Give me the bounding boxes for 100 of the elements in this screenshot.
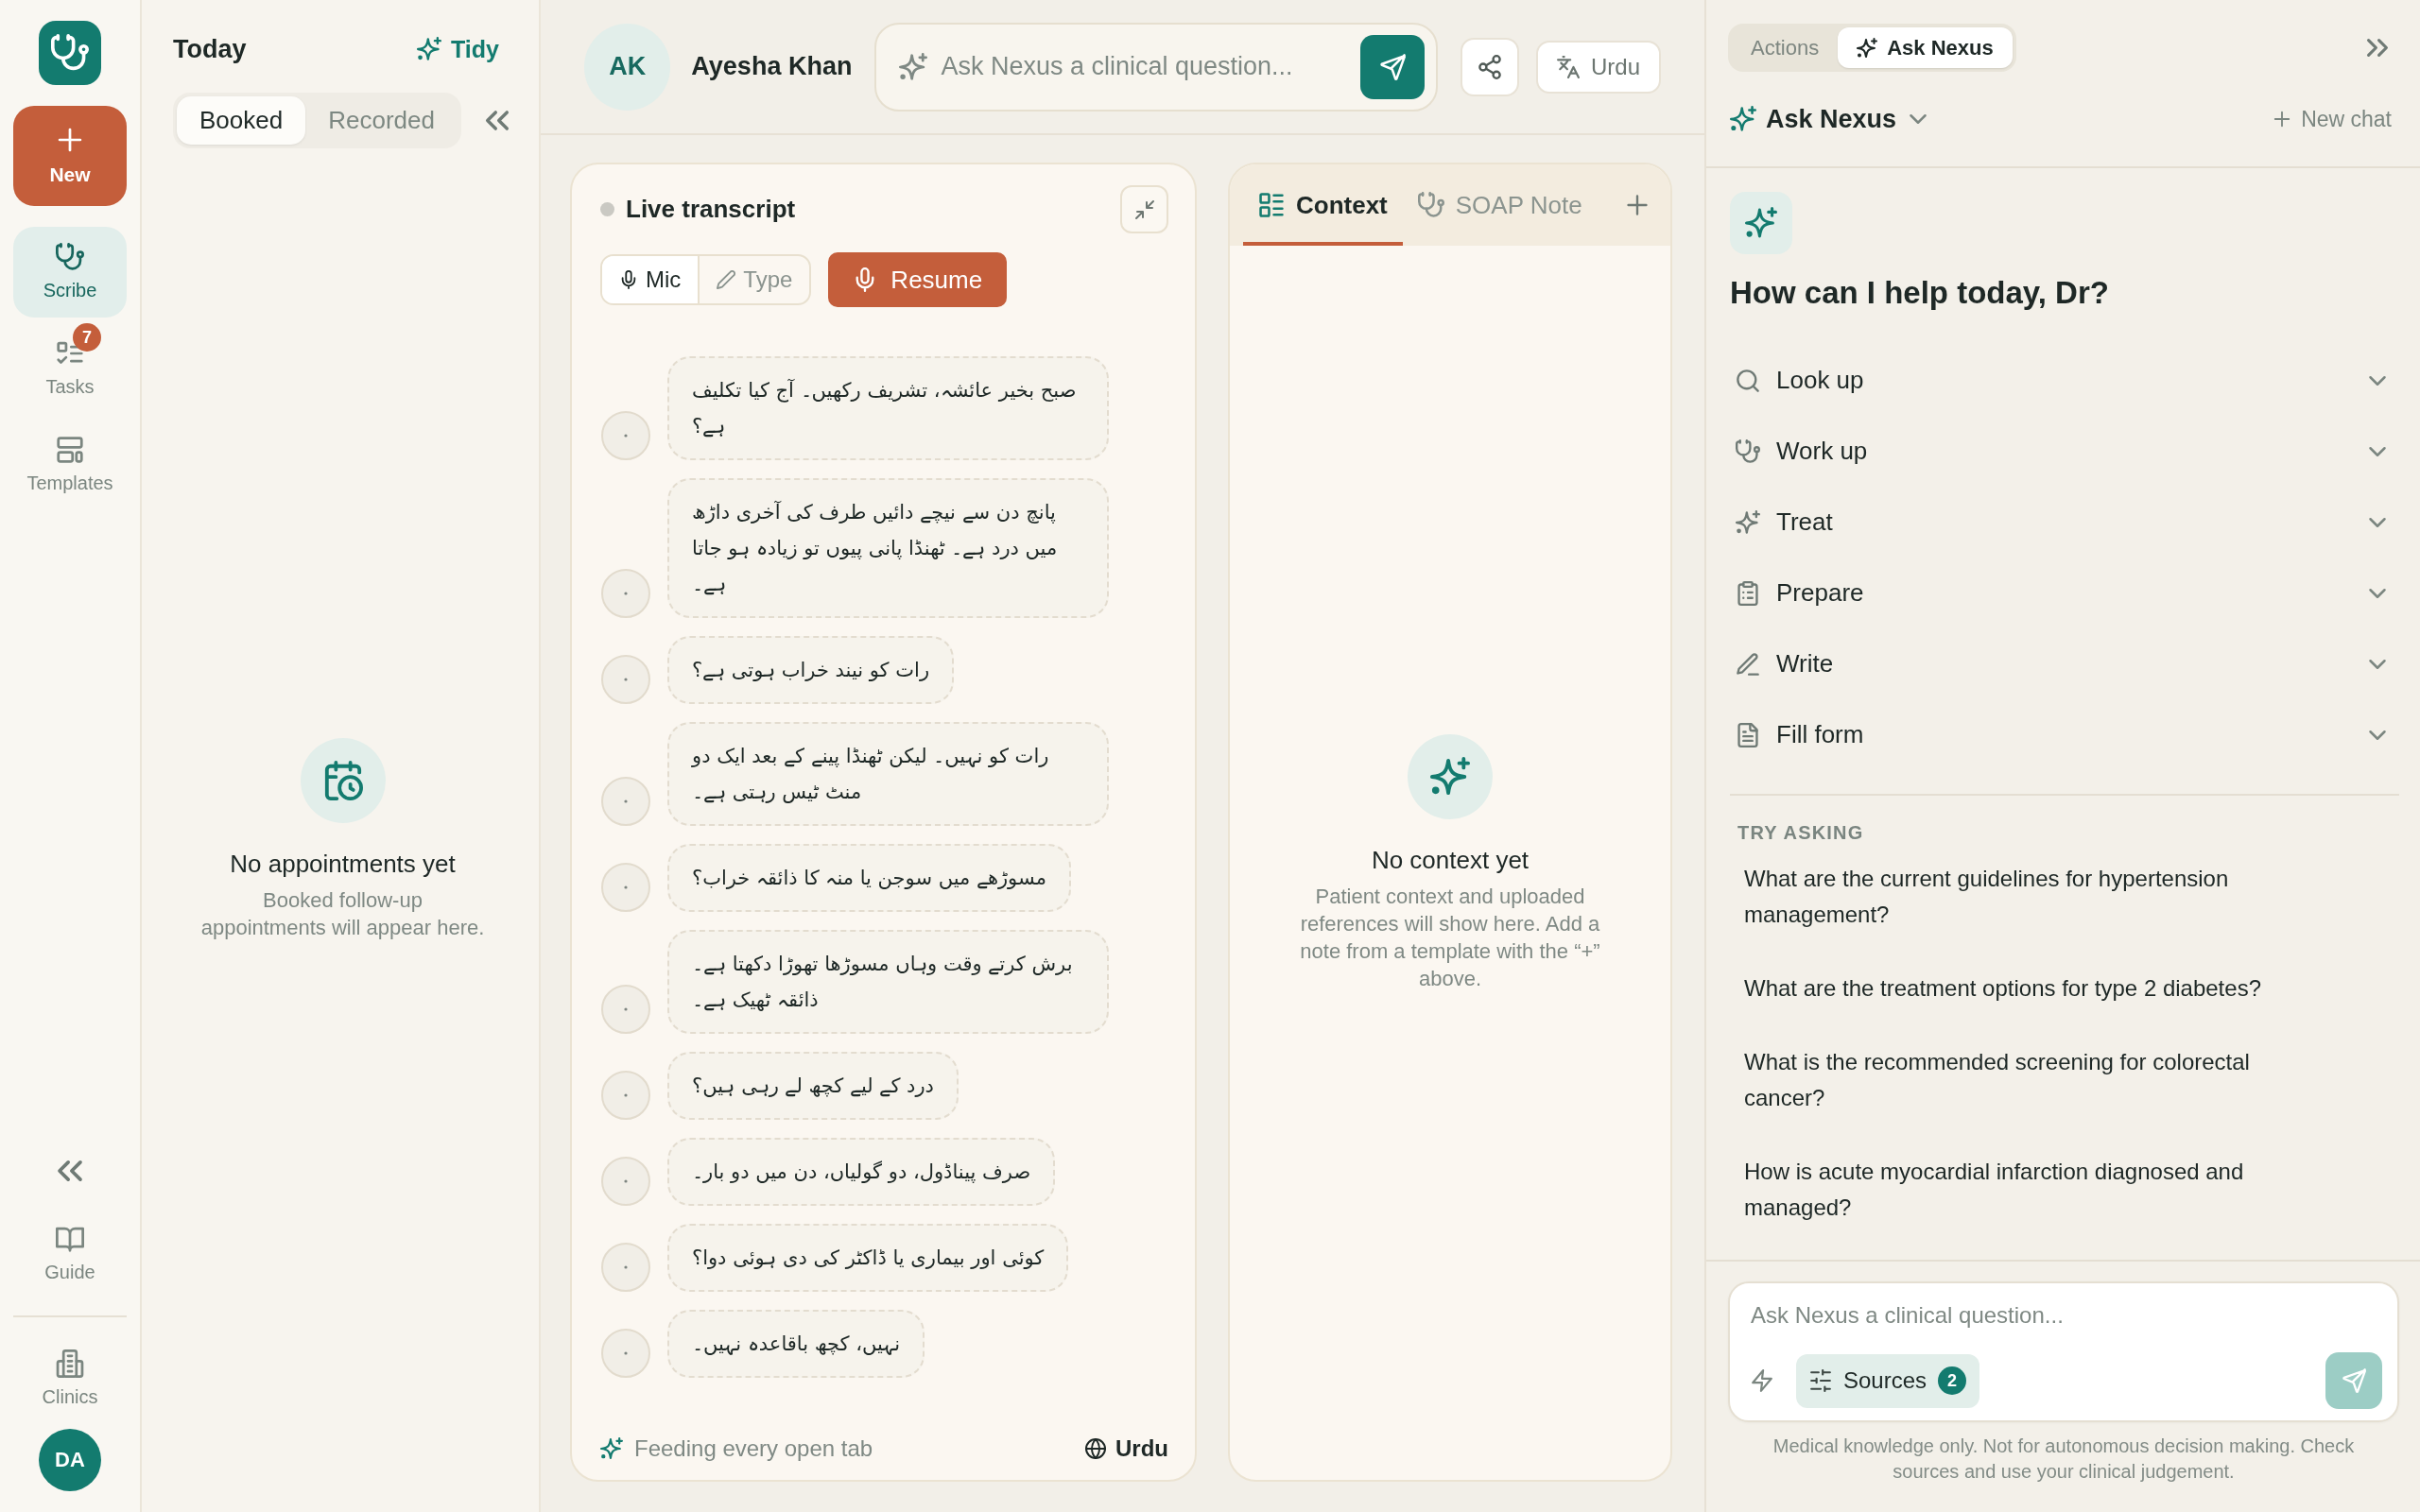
send-button[interactable]: [1360, 34, 1426, 99]
speaker-dot-icon: [601, 655, 650, 704]
speaker-dot-icon: [601, 1157, 650, 1206]
nav-item[interactable]: Templates: [13, 420, 127, 510]
disclaimer-text: Medical knowledge only. Not for autonomous decision making. Check sources and use your clinical judgement.: [1772, 1435, 2356, 1484]
speaker-dot-icon: [601, 985, 650, 1034]
stethoscope-icon: [1417, 192, 1444, 218]
message-bubble: نہیں، کچھ باقاعدہ نہیں۔: [667, 1310, 925, 1378]
mode-selector[interactable]: Ask Nexus: [1730, 104, 1927, 134]
message-bubble: رات کو نیند خراب ہوتی ہے؟: [667, 636, 955, 704]
microphone-icon: [619, 270, 638, 289]
search-icon: [1736, 368, 1760, 393]
building-icon: [56, 1349, 84, 1378]
action-item[interactable]: Treat: [1730, 487, 2399, 558]
double-chevron-left-icon: [486, 111, 509, 130]
empty-state-title: No appointments yet: [230, 850, 456, 879]
minimize-button[interactable]: [1120, 185, 1168, 233]
panel-tab[interactable]: Context: [1243, 164, 1403, 246]
speaker-dot-icon: [601, 1243, 650, 1292]
message-bubble: کوئی اور بیماری یا ڈاکٹر کی دی ہوئی دوا؟: [667, 1224, 1069, 1292]
section-heading: TRY ASKING: [1737, 822, 1865, 843]
tidy-button[interactable]: Tidy: [417, 35, 499, 63]
nav-item[interactable]: Scribe: [13, 227, 127, 318]
language-button[interactable]: Urdu: [1085, 1435, 1168, 1462]
resume-button[interactable]: Resume: [828, 252, 1008, 307]
count-badge: 7: [73, 323, 101, 352]
speaker-dot-icon: [601, 569, 650, 618]
nav-item[interactable]: 7 Tasks: [13, 323, 127, 414]
send-icon: [1379, 53, 1407, 80]
count-badge: 2: [1938, 1366, 1967, 1395]
action-item[interactable]: Look up: [1730, 345, 2399, 416]
message-bubble: مسوڑھے میں سوجن یا منہ کا ذائقہ خراب؟: [667, 844, 1071, 912]
minimize-icon: [1133, 198, 1155, 220]
list-icon: [1258, 192, 1285, 218]
action-item[interactable]: Work up: [1730, 416, 2399, 487]
message-bubble: برش کرتے وقت وہاں مسوڑھا تھوڑا دکھتا ہے۔ ذائقہ ٹھیک ہے۔: [667, 930, 1109, 1034]
message-bubble: صبح بخیر عائشہ، تشریف رکھیں۔ آج کیا تکلیف ہے؟: [667, 356, 1109, 460]
language-button[interactable]: Urdu: [1535, 40, 1661, 94]
sparkle-icon: [1730, 192, 1792, 254]
share-button[interactable]: [1461, 37, 1519, 96]
speaker-dot-icon: [601, 777, 650, 826]
share-icon: [1478, 54, 1503, 79]
message-bubble: رات کو نہیں۔ لیکن ٹھنڈا پینے کے بعد ایک دو منٹ ٹیس رہتی ہے۔: [667, 722, 1109, 826]
send-icon: [2342, 1368, 2366, 1393]
input-mode-tab[interactable]: Mic: [602, 256, 699, 303]
plus-icon: [2273, 110, 2292, 129]
action-item[interactable]: Fill form: [1730, 699, 2399, 770]
nav-item[interactable]: Clinics: [13, 1338, 127, 1419]
double-chevron-right-icon: [2367, 39, 2388, 57]
stethoscope-logo-icon: [39, 21, 101, 85]
ask-input[interactable]: Ask Nexus a clinical question...: [941, 52, 1348, 81]
sparkle-icon: [600, 1437, 623, 1460]
message-bubble: صرف پیناڈول، دو گولیاں، دن میں دو بار۔: [667, 1138, 1056, 1206]
plus-icon: [56, 126, 84, 154]
book-icon: [56, 1225, 84, 1253]
plus-icon: [1625, 193, 1650, 217]
action-item[interactable]: Prepare: [1730, 558, 2399, 628]
lightning-icon[interactable]: [1751, 1369, 1773, 1392]
sparkle-icon: [1736, 509, 1760, 535]
assistant-tab[interactable]: Ask Nexus: [1838, 27, 2013, 68]
translate-icon: [1556, 55, 1580, 78]
speaker-dot-icon: [601, 1329, 650, 1378]
suggested-question[interactable]: What are the current guidelines for hypertension management?: [1730, 850, 2335, 943]
speaker-dot-icon: [601, 411, 650, 460]
chevron-down-icon: [1910, 114, 1927, 124]
pencil-icon: [1736, 651, 1760, 677]
chat-input[interactable]: Ask Nexus a clinical question...: [1751, 1298, 2382, 1332]
speaker-dot-icon: [601, 1071, 650, 1120]
suggested-question[interactable]: What is the recommended screening for colorectal cancer?: [1730, 1034, 2335, 1126]
suggested-question[interactable]: How is acute myocardial infarction diagnosed and managed?: [1730, 1143, 2335, 1236]
patient-name: Ayesha Khan: [691, 52, 853, 81]
sparkle-icon: [899, 52, 928, 81]
double-chevron-left-icon: [58, 1160, 82, 1181]
empty-state-description: Patient context and uploaded references will show here. Add a note from a template with the “+” above.: [1299, 884, 1601, 992]
transcript-title: Live transcript: [626, 195, 796, 224]
appointment-tab[interactable]: Booked: [177, 96, 306, 145]
suggested-question[interactable]: What are the treatment options for type 2 diabetes?: [1730, 960, 2335, 1017]
empty-state-description: Booked follow-up appointments will appear here.: [199, 887, 486, 941]
document-icon: [1736, 722, 1760, 747]
panel-title: Today: [173, 34, 247, 64]
stethoscope-icon: [1736, 438, 1760, 464]
clipboard-icon: [1736, 580, 1760, 606]
message-bubble: درد کے لیے کچھ لے رہی ہیں؟: [667, 1052, 959, 1120]
nav-item[interactable]: Guide: [13, 1213, 127, 1295]
sparkle-icon: [1730, 106, 1756, 132]
patient-avatar: AK: [584, 23, 671, 111]
message-bubble: پانچ دن سے نیچے دائیں طرف کی آخری داڑھ میں درد ہے۔ ٹھنڈا پانی پیوں تو زیادہ ہو جاتا ہے۔: [667, 478, 1109, 618]
greeting-title: How can I help today, Dr?: [1730, 275, 2110, 311]
empty-state-title: No context yet: [1371, 846, 1530, 875]
sparkle-icon: [1857, 37, 1878, 59]
new-button[interactable]: New: [13, 106, 127, 206]
stethoscope-icon: [56, 243, 84, 271]
feed-status-text: Feeding every open tab: [634, 1435, 873, 1462]
action-item[interactable]: Write: [1730, 628, 2399, 699]
sparkle-icon: [417, 37, 442, 61]
layout-icon: [56, 436, 84, 464]
globe-icon: [1085, 1438, 1106, 1459]
user-avatar[interactable]: DA: [39, 1429, 101, 1491]
sources-button[interactable]: Sources 2: [1796, 1353, 1980, 1408]
speaker-dot-icon: [601, 863, 650, 912]
